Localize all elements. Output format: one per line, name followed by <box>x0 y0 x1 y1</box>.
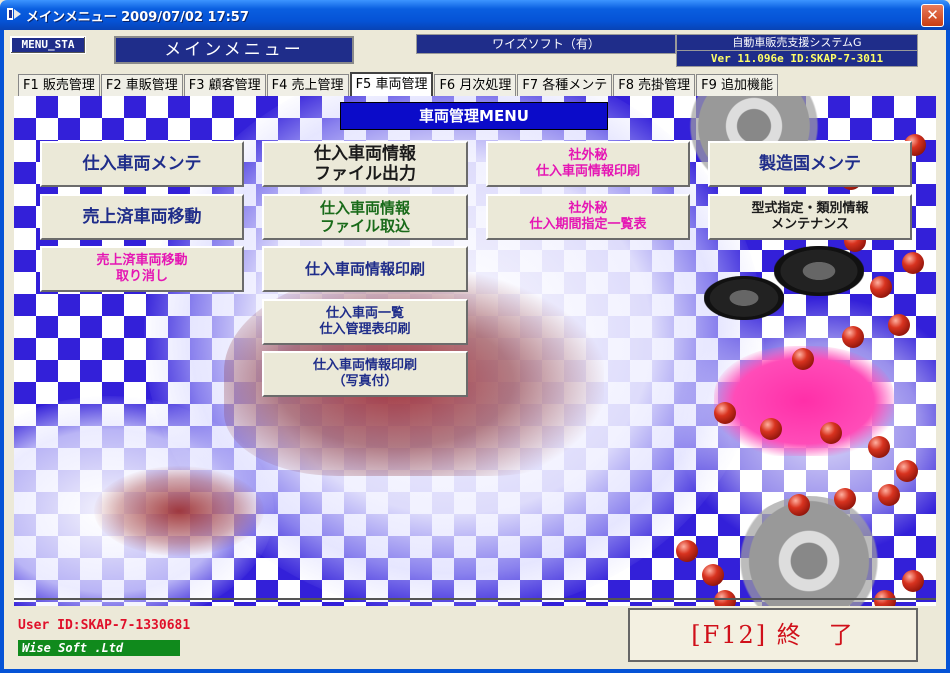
company-label: ワイズソフト（有） <box>416 34 676 54</box>
country-maintenance-button[interactable]: 製造国メンテ <box>708 141 912 187</box>
button-label: 仕入車両メンテ <box>82 153 202 174</box>
tab-f5-vehicles[interactable]: F5 車両管理 <box>349 72 434 96</box>
tab-f6-monthly[interactable]: F6 月次処理 <box>434 74 517 97</box>
button-label: 社外秘 仕入車両情報印刷 <box>535 148 640 179</box>
function-tab-strip: F1 販売管理 F2 車販管理 F3 顧客管理 F4 売上管理 F5 車両管理 … <box>18 72 779 98</box>
button-label: 仕入車両情報 ファイル出力 <box>314 143 416 184</box>
title-bar: メインメニュー 2009/07/02 17:57 ✕ <box>0 0 950 30</box>
divider <box>14 598 936 600</box>
tab-f4-revenue[interactable]: F4 売上管理 <box>266 74 349 97</box>
tire-icon <box>704 276 784 320</box>
tab-f7-maintenance[interactable]: F7 各種メンテ <box>517 74 613 97</box>
button-label: 売上済車両移動 取り消し <box>96 253 188 284</box>
brand-label: Wise Soft .Ltd <box>18 640 180 656</box>
purchase-list-print-button[interactable]: 仕入車両一覧 仕入管理表印刷 <box>262 299 468 345</box>
tab-f2-vehicle-sales[interactable]: F2 車販管理 <box>100 74 183 97</box>
user-id-label: User ID:SKAP-7-1330681 <box>18 618 191 633</box>
button-label: 売上済車両移動 <box>82 206 202 227</box>
client-area: MENU_STA メインメニュー ワイズソフト（有） 自動車販売支援システムG … <box>4 30 946 669</box>
purchase-info-print-button[interactable]: 仕入車両情報印刷 <box>262 246 468 292</box>
close-button[interactable]: ✕ <box>921 4 944 27</box>
tab-f3-customers[interactable]: F3 顧客管理 <box>183 74 266 97</box>
menu-code-label: MENU_STA <box>10 36 86 54</box>
model-spec-maintenance-button[interactable]: 型式指定・類別情報 メンテナンス <box>708 194 912 240</box>
tab-f1-sales[interactable]: F1 販売管理 <box>18 74 100 97</box>
button-label: 仕入車両情報印刷 <box>304 260 425 278</box>
sold-vehicle-move-button[interactable]: 売上済車両移動 <box>40 194 244 240</box>
button-label: 社外秘 仕入期間指定一覧表 <box>529 201 647 232</box>
button-label: 仕入車両情報 ファイル取込 <box>319 199 410 235</box>
button-label: 製造国メンテ <box>759 153 861 174</box>
button-label: 仕入車両情報印刷 （写真付） <box>312 358 417 389</box>
confidential-period-list-button[interactable]: 社外秘 仕入期間指定一覧表 <box>486 194 690 240</box>
section-title: 車両管理MENU <box>340 102 608 130</box>
purchase-info-file-export-button[interactable]: 仕入車両情報 ファイル出力 <box>262 141 468 187</box>
sold-vehicle-move-cancel-button[interactable]: 売上済車両移動 取り消し <box>40 246 244 292</box>
confidential-info-print-button[interactable]: 社外秘 仕入車両情報印刷 <box>486 141 690 187</box>
button-label: 型式指定・類別情報 メンテナンス <box>751 201 869 232</box>
system-name-label: 自動車販売支援システムG <box>676 34 918 51</box>
app-icon <box>7 8 21 20</box>
purchase-vehicle-maintenance-button[interactable]: 仕入車両メンテ <box>40 141 244 187</box>
screen-title: メインメニュー <box>114 36 354 64</box>
tab-f9-extensions[interactable]: F9 追加機能 <box>696 74 779 97</box>
button-label: 仕入車両一覧 仕入管理表印刷 <box>319 306 411 337</box>
window-title: メインメニュー 2009/07/02 17:57 <box>26 10 249 25</box>
exit-button[interactable]: [F12] 終 了 <box>628 608 918 662</box>
purchase-info-print-photo-button[interactable]: 仕入車両情報印刷 （写真付） <box>262 351 468 397</box>
purchase-info-file-import-button[interactable]: 仕入車両情報 ファイル取込 <box>262 194 468 240</box>
tire-icon <box>774 246 864 296</box>
tab-f8-receivables[interactable]: F8 売掛管理 <box>613 74 696 97</box>
version-label: Ver 11.096e ID:SKAP-7-3011 <box>676 50 918 67</box>
small-car-image <box>94 466 264 556</box>
